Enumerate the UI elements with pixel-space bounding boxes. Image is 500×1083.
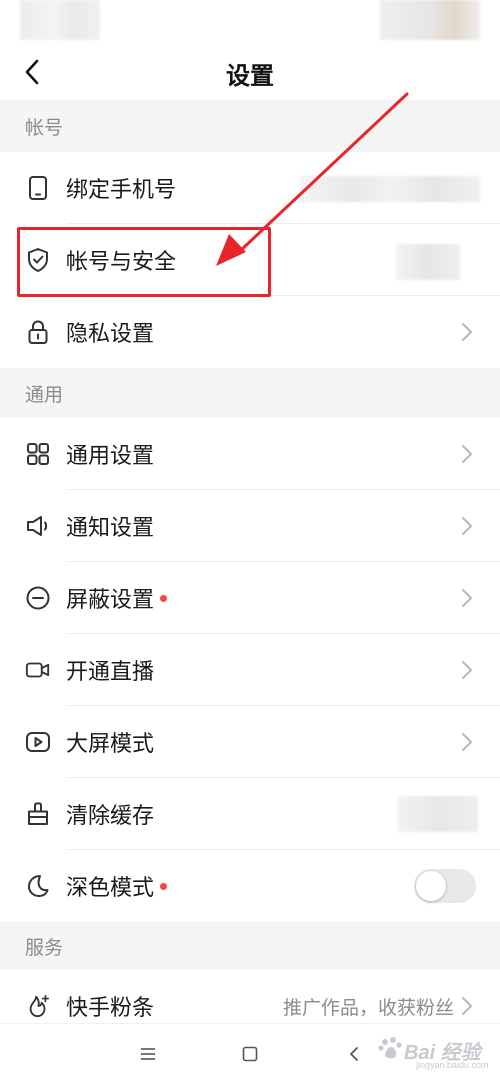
row-label: 快手粉条 bbox=[66, 996, 155, 1021]
chevron-right-icon bbox=[462, 517, 472, 535]
chevron-right-icon bbox=[462, 661, 472, 679]
settings-row-dark-mode[interactable]: 深色模式 bbox=[0, 850, 500, 922]
settings-row-live[interactable]: 开通直播 bbox=[0, 634, 500, 706]
menu-icon bbox=[141, 1048, 155, 1060]
square-icon bbox=[242, 1046, 258, 1062]
section-label: 通用 bbox=[25, 383, 64, 406]
row-label: 隐私设置 bbox=[66, 322, 155, 347]
chevron-right-icon bbox=[462, 445, 472, 463]
fire-plus-icon bbox=[25, 993, 51, 1019]
menu-button[interactable] bbox=[136, 1042, 160, 1066]
row-hint: 推广作品，收获粉丝 bbox=[282, 996, 454, 1019]
watermark-sub: jingyan.baidu.com bbox=[416, 1060, 489, 1070]
row-label-wrap: 屏蔽设置 bbox=[66, 582, 168, 614]
broom-icon bbox=[25, 801, 51, 827]
settings-row-block[interactable]: 屏蔽设置 bbox=[0, 562, 500, 634]
home-button[interactable] bbox=[238, 1042, 262, 1066]
paw-icon bbox=[378, 1037, 402, 1059]
speaker-icon bbox=[25, 513, 51, 539]
watermark: Bai 经验 jingyan.baidu.com bbox=[376, 1030, 489, 1074]
settings-row-clear-cache[interactable]: 清除缓存 bbox=[0, 778, 500, 850]
settings-row-notification[interactable]: 通知设置 bbox=[0, 490, 500, 562]
row-label: 大屏模式 bbox=[66, 732, 155, 757]
row-label-wrap: 深色模式 bbox=[66, 870, 168, 902]
section-label: 帐号 bbox=[25, 116, 64, 139]
row-label: 绑定手机号 bbox=[66, 178, 177, 203]
account-info-blur bbox=[396, 244, 460, 280]
annotation-highlight-box bbox=[17, 227, 271, 297]
new-badge-dot bbox=[160, 882, 168, 890]
lock-icon bbox=[25, 319, 51, 345]
toggle-knob bbox=[416, 871, 446, 901]
section-label: 服务 bbox=[25, 936, 64, 959]
chevron-right-icon bbox=[462, 323, 472, 341]
chevron-right-icon bbox=[462, 589, 472, 607]
row-label: 深色模式 bbox=[66, 876, 155, 901]
chevron-right-icon bbox=[462, 733, 472, 751]
dark-mode-toggle[interactable] bbox=[414, 869, 476, 903]
row-label: 通知设置 bbox=[66, 516, 155, 541]
cache-size-blur bbox=[398, 796, 478, 832]
chevron-right-icon bbox=[462, 997, 472, 1015]
settings-row-bind-phone[interactable]: 绑定手机号 bbox=[0, 152, 500, 224]
section-header-general: 通用 bbox=[0, 368, 500, 418]
status-bar-right-blur bbox=[380, 0, 480, 40]
status-bar-left-blur bbox=[20, 0, 100, 40]
section-header-account: 帐号 bbox=[0, 100, 500, 152]
settings-row-privacy[interactable]: 隐私设置 bbox=[0, 296, 500, 368]
system-back-button[interactable] bbox=[342, 1042, 366, 1066]
back-triangle-icon bbox=[350, 1047, 358, 1061]
settings-row-general[interactable]: 通用设置 bbox=[0, 418, 500, 490]
phone-icon bbox=[25, 175, 51, 201]
page-title: 设置 bbox=[226, 62, 274, 90]
section-header-services: 服务 bbox=[0, 922, 500, 970]
phone-number-blur bbox=[300, 176, 480, 202]
settings-row-large-screen[interactable]: 大屏模式 bbox=[0, 706, 500, 778]
minus-circle-icon bbox=[25, 585, 51, 611]
play-icon bbox=[25, 729, 51, 755]
status-bar bbox=[0, 0, 500, 44]
nav-bar: 设置 bbox=[0, 44, 500, 100]
video-camera-icon bbox=[25, 657, 51, 683]
grid-icon bbox=[25, 441, 51, 467]
new-badge-dot bbox=[160, 594, 168, 602]
row-label: 屏蔽设置 bbox=[66, 588, 155, 613]
row-label: 清除缓存 bbox=[66, 804, 155, 829]
moon-icon bbox=[25, 873, 51, 899]
row-label: 开通直播 bbox=[66, 660, 155, 685]
row-label: 通用设置 bbox=[66, 444, 155, 469]
